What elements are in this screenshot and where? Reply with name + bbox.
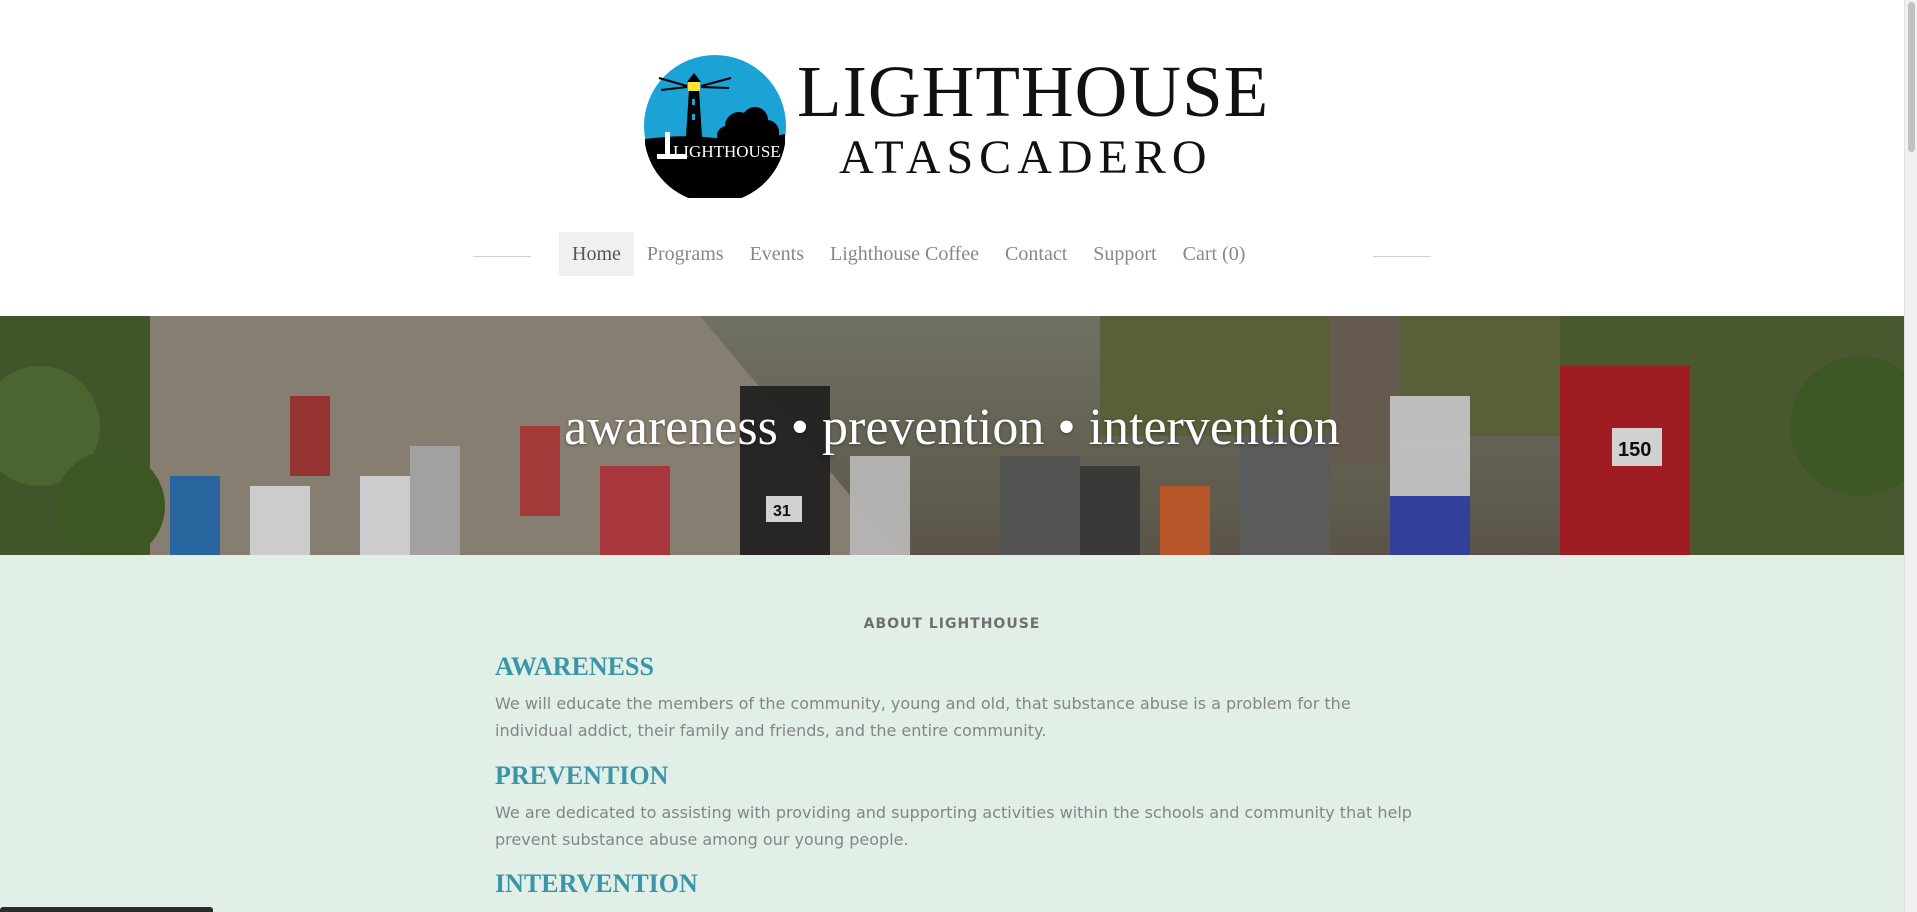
nav-item-lighthouse-coffee[interactable]: Lighthouse Coffee (817, 232, 992, 276)
emblem-text: LIGHTHOUSE (673, 142, 781, 161)
hero-tagline: awareness • prevention • intervention (564, 399, 1340, 456)
prevention-heading: PREVENTION (495, 761, 669, 790)
nav-item-contact[interactable]: Contact (992, 232, 1080, 276)
nav-divider-left (473, 256, 531, 257)
nav-item-events[interactable]: Events (737, 232, 817, 276)
awareness-text: We will educate the members of the commu… (495, 694, 1351, 740)
scrollbar-thumb[interactable] (1908, 2, 1915, 152)
page: LIGHTHOUSE LIGHTHOUSE ATASCADERO Home Pr… (0, 0, 1904, 912)
hero-banner: 150 31 awareness • prevention • interven… (0, 316, 1904, 555)
page-scrollbar[interactable] (1904, 0, 1917, 912)
nav-item-programs[interactable]: Programs (634, 232, 737, 276)
nav-item-support[interactable]: Support (1080, 232, 1169, 276)
about-section: ABOUT LIGHTHOUSE AWARENESS We will educa… (0, 555, 1904, 912)
bottom-widget-tab[interactable] (0, 907, 213, 912)
nav-items: Home Programs Events Lighthouse Coffee C… (559, 232, 1258, 276)
site-header: LIGHTHOUSE LIGHTHOUSE ATASCADERO Home Pr… (0, 0, 1904, 316)
brand-subtitle: ATASCADERO (839, 131, 1213, 184)
awareness-heading: AWARENESS (495, 652, 654, 681)
main-nav: Home Programs Events Lighthouse Coffee C… (0, 232, 1904, 276)
nav-item-home[interactable]: Home (559, 232, 634, 276)
about-label: ABOUT LIGHTHOUSE (863, 616, 1041, 632)
prevention-text: We are dedicated to assisting with provi… (495, 803, 1412, 849)
brand-title: LIGHTHOUSE (797, 51, 1270, 132)
nav-item-cart[interactable]: Cart (0) (1170, 232, 1259, 276)
intervention-heading: INTERVENTION (495, 869, 698, 898)
nav-divider-right (1373, 256, 1431, 257)
lighthouse-emblem-icon: LIGHTHOUSE (644, 55, 786, 198)
site-logo[interactable]: LIGHTHOUSE LIGHTHOUSE ATASCADERO (643, 52, 1268, 202)
